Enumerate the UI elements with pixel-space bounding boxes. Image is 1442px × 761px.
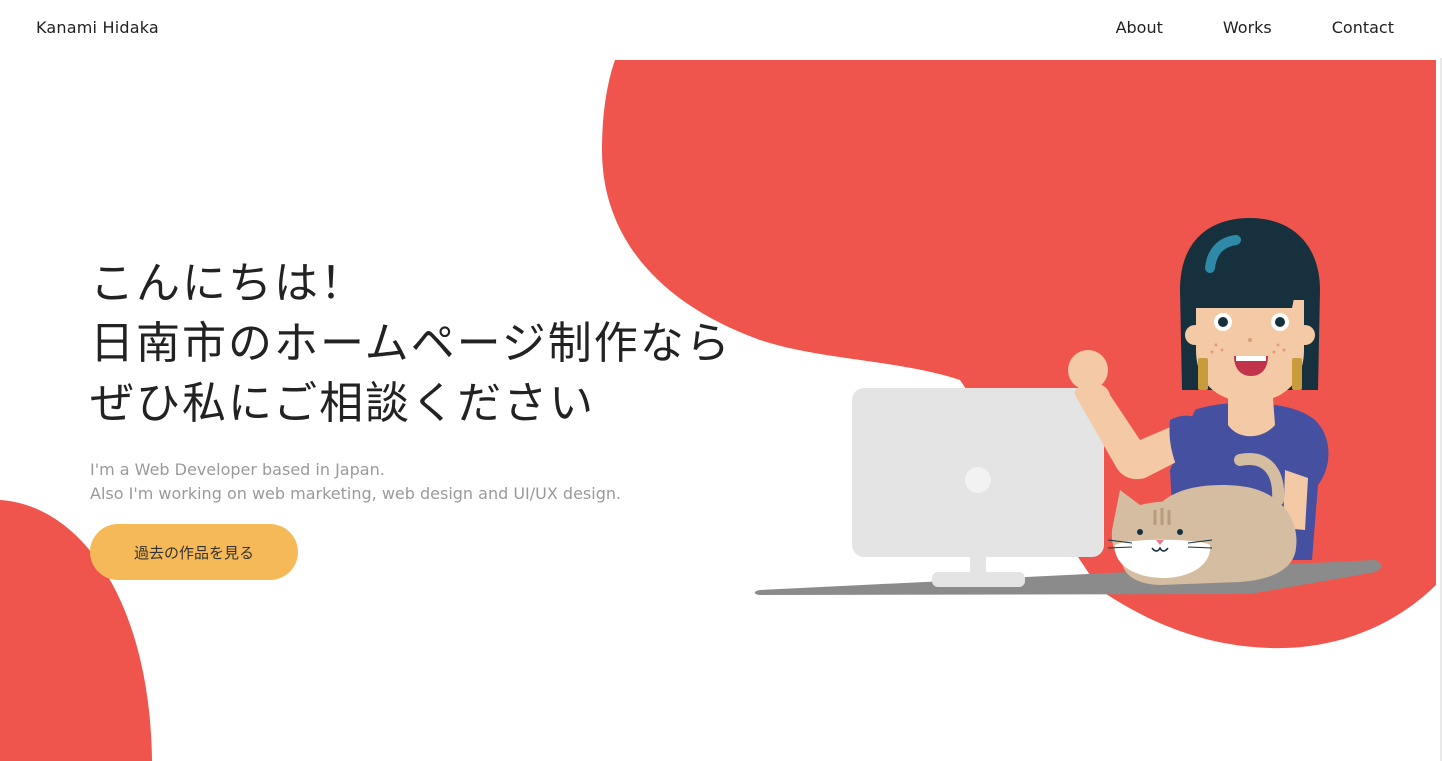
view-works-button[interactable]: 過去の作品を見る [90,524,298,580]
cat-eye-left [1137,529,1143,535]
cat-eye-right [1177,529,1183,535]
hero-title-line-3: ぜひ私にご相談ください [90,378,596,429]
hero-subtitle: I'm a Web Developer based in Japan. Also… [90,458,732,506]
nav-contact-link[interactable]: Contact [1332,18,1394,37]
hero-title-line-2: 日南市のホームページ制作なら [90,318,732,369]
hero-section: こんにちは！ 日南市のホームページ制作なら ぜひ私にご相談ください I'm a … [90,254,732,580]
monitor-logo [965,467,991,493]
nav-works-link[interactable]: Works [1223,18,1272,37]
person-ear-left [1185,325,1205,345]
person-eye-left-pupil [1218,317,1228,327]
hero-subtitle-line-2: Also I'm working on web marketing, web d… [90,484,622,503]
page: Kanami Hidaka About Works Contact こんにちは！… [0,0,1442,761]
site-name-link[interactable]: Kanami Hidaka [36,18,159,37]
person-teeth [1236,356,1266,361]
person-nose [1248,338,1252,342]
person-earring-left [1198,358,1208,390]
person-eye-right-pupil [1275,317,1285,327]
hero-title-line-1: こんにちは！ [90,258,366,309]
hero-subtitle-line-1: I'm a Web Developer based in Japan. [90,460,385,479]
person-fist [1068,350,1108,390]
main-nav: About Works Contact [1116,18,1394,37]
site-header: Kanami Hidaka About Works Contact [0,0,1442,58]
monitor-base [932,572,1025,587]
page-edge [1436,58,1442,761]
person-ear-right [1295,325,1315,345]
nav-about-link[interactable]: About [1116,18,1163,37]
person-earring-right [1292,358,1302,390]
hero-title: こんにちは！ 日南市のホームページ制作なら ぜひ私にご相談ください [90,254,732,434]
